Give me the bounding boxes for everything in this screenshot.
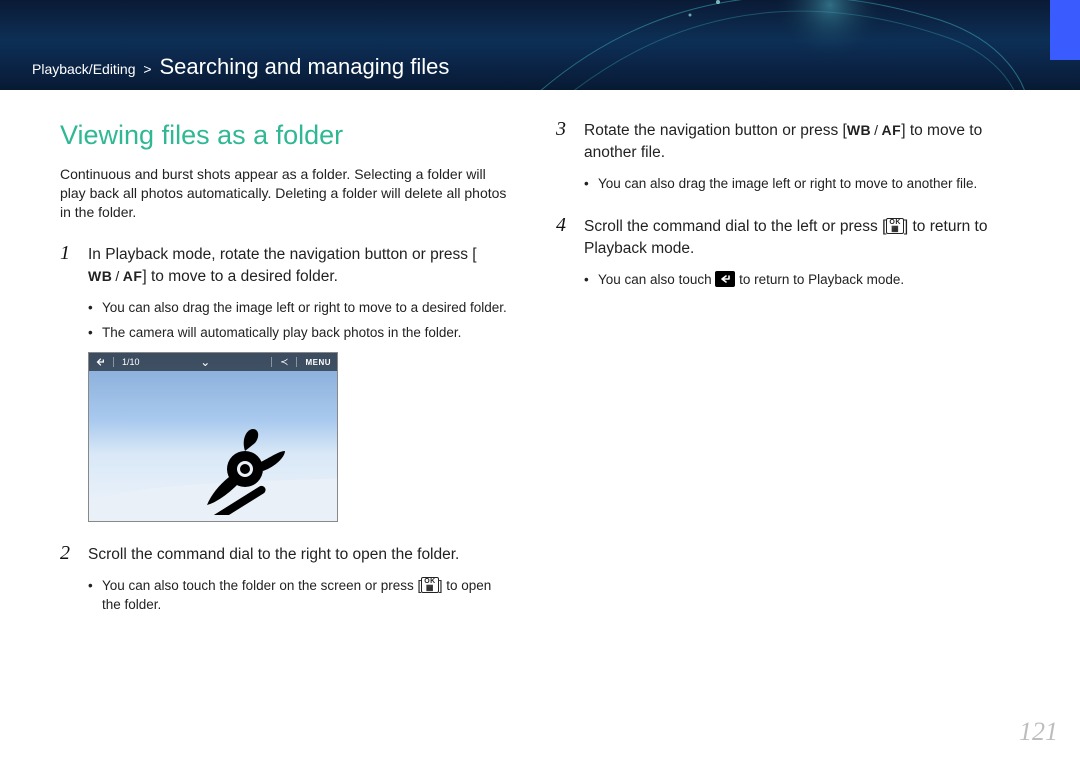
breadcrumb-section: Playback/Editing [32, 61, 136, 77]
thumb-counter: 1/10 [122, 357, 140, 367]
step-2-text: Scroll the command dial to the right to … [88, 544, 510, 566]
return-icon [715, 271, 735, 287]
back-arrow-icon [95, 357, 105, 367]
share-icon: ≺ [280, 357, 288, 368]
page-number: 121 [1019, 717, 1058, 747]
breadcrumb-title: Searching and managing files [159, 54, 449, 79]
intro-paragraph: Continuous and burst shots appear as a f… [60, 165, 510, 222]
snowboarder-silhouette [197, 415, 297, 515]
thumb-top-bar: 1/10 ⌄ ≺ MENU [89, 353, 337, 371]
step-1-sub-1: You can also drag the image left or righ… [88, 299, 510, 318]
wb-af-icon: WB/AF [88, 266, 142, 286]
content-area: Viewing files as a folder Continuous and… [0, 90, 1080, 637]
step-4-sub-1: You can also touch to return to Playback… [584, 271, 1006, 290]
step-3: Rotate the navigation button or press [W… [556, 120, 1006, 194]
ok-button-icon: OK▦ [421, 577, 439, 593]
steps-list-left: In Playback mode, rotate the navigation … [60, 244, 510, 615]
left-column: Viewing files as a folder Continuous and… [60, 120, 510, 637]
wb-af-icon: WB/AF [847, 120, 901, 140]
accent-tab [1050, 0, 1080, 60]
step-3-subs: You can also drag the image left or righ… [584, 175, 1006, 194]
playback-screenshot: 1/10 ⌄ ≺ MENU [88, 352, 338, 522]
header-band: Playback/Editing > Searching and managin… [0, 0, 1080, 90]
breadcrumb: Playback/Editing > Searching and managin… [32, 54, 449, 80]
section-title: Viewing files as a folder [60, 120, 510, 151]
step-4: Scroll the command dial to the left or p… [556, 216, 1006, 290]
step-1: In Playback mode, rotate the navigation … [60, 244, 510, 523]
page: Playback/Editing > Searching and managin… [0, 0, 1080, 765]
step-1-subs: You can also drag the image left or righ… [88, 299, 510, 343]
header-swirl-decoration [520, 0, 1040, 90]
chevron-down-icon: ⌄ [200, 358, 210, 366]
right-column: Rotate the navigation button or press [W… [556, 120, 1006, 637]
step-4-subs: You can also touch to return to Playback… [584, 271, 1006, 290]
breadcrumb-separator: > [143, 61, 151, 77]
step-2-sub-1: You can also touch the folder on the scr… [88, 577, 510, 615]
thumb-menu: MENU [305, 358, 331, 367]
steps-list-right: Rotate the navigation button or press [W… [556, 120, 1006, 290]
step-3-text: Rotate the navigation button or press [W… [584, 120, 1006, 165]
step-3-sub-1: You can also drag the image left or righ… [584, 175, 1006, 194]
step-4-text: Scroll the command dial to the left or p… [584, 216, 1006, 261]
step-2-subs: You can also touch the folder on the scr… [88, 577, 510, 615]
step-1-text: In Playback mode, rotate the navigation … [88, 244, 510, 289]
step-2: Scroll the command dial to the right to … [60, 544, 510, 614]
step-1-sub-2: The camera will automatically play back … [88, 324, 510, 343]
ok-button-icon: OK▦ [886, 218, 904, 234]
